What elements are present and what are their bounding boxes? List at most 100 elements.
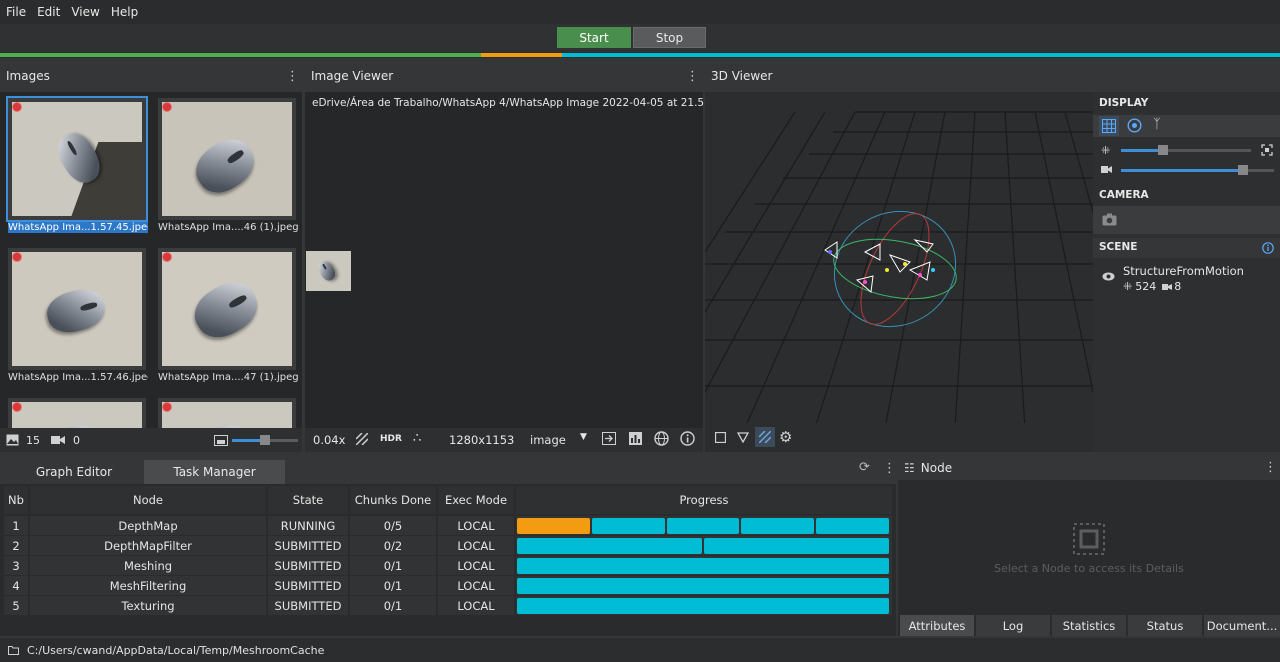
cache-path[interactable]: C:/Users/cwand/AppData/Local/Temp/Meshro…	[27, 644, 324, 657]
error-badge-icon	[162, 252, 172, 262]
info-icon[interactable]	[680, 431, 695, 449]
progress-chunk-submitted[interactable]	[517, 557, 889, 574]
cell-node: DepthMapFilter	[30, 536, 266, 555]
scene-item-name[interactable]: StructureFromMotion	[1123, 264, 1244, 278]
cell-nb: 3	[4, 556, 28, 575]
displayed-image	[306, 251, 351, 291]
thumbnail-size-slider[interactable]	[232, 435, 298, 445]
menu-file[interactable]: File	[6, 5, 26, 19]
image-caption: WhatsApp Ima...1.57.46.jpeg	[8, 372, 148, 383]
image-thumb[interactable]	[8, 398, 148, 428]
chevron-down-icon[interactable]: ▼	[580, 432, 587, 442]
progress-chunk-submitted[interactable]	[816, 517, 889, 534]
tab-task-manager[interactable]: Task Manager	[144, 460, 285, 484]
progress-chunk-submitted[interactable]	[517, 537, 702, 554]
image-thumb[interactable]: WhatsApp Ima...1.57.45.jpeg	[6, 96, 148, 238]
task-menu-icon[interactable]: ⋮	[883, 461, 896, 476]
image-thumb[interactable]: WhatsApp Ima....47 (1).jpeg	[158, 248, 298, 388]
cell-node: MeshFiltering	[30, 576, 266, 595]
node-settings-icon: ☷	[904, 461, 915, 475]
camera-heading: CAMERA	[1099, 189, 1149, 201]
hdr-toggle[interactable]: HDR	[380, 434, 402, 444]
camera-icon	[51, 436, 65, 444]
visibility-eye-icon[interactable]	[1102, 272, 1115, 281]
refresh-icon[interactable]: ⟳	[859, 460, 870, 475]
image-caption: WhatsApp Ima....46 (1).jpeg	[158, 222, 298, 233]
hatch-icon	[759, 431, 771, 443]
tab-graph-editor[interactable]: Graph Editor	[4, 460, 144, 484]
images-menu-icon[interactable]: ⋮	[286, 69, 299, 84]
metadata-dots-icon[interactable]: ∴	[413, 431, 421, 446]
stop-button[interactable]: Stop	[633, 27, 706, 48]
progress-chunk-submitted[interactable]	[517, 597, 889, 614]
scene-camera-count: 8	[1174, 280, 1182, 293]
image-caption: WhatsApp Ima...1.57.45.jpeg	[8, 222, 148, 233]
task-manager-panel: Graph Editor Task Manager ⟳ ⋮ Nb Node St…	[0, 456, 896, 636]
progress-chunk-submitted[interactable]	[591, 517, 665, 534]
image-thumb[interactable]: WhatsApp Ima....46 (1).jpeg	[158, 98, 298, 238]
histogram-icon[interactable]	[629, 432, 642, 448]
tab-statistics[interactable]: Statistics	[1052, 615, 1126, 636]
menu-help[interactable]: Help	[111, 5, 138, 19]
thumbnail-size-icon	[214, 435, 228, 446]
camera-scale-slider[interactable]	[1121, 165, 1274, 175]
point-size-slider[interactable]	[1121, 145, 1251, 155]
image-mode-select[interactable]: image	[530, 433, 566, 447]
image-thumb[interactable]	[158, 398, 298, 428]
progress-chunk-submitted[interactable]	[741, 517, 815, 534]
cell-state: SUBMITTED	[268, 536, 348, 555]
image-canvas[interactable]: eDrive/Área de Trabalho/WhatsApp 4/Whats…	[305, 92, 754, 428]
error-badge-icon	[162, 102, 172, 112]
camera-icon	[1162, 283, 1173, 290]
hatch-icon[interactable]	[355, 432, 369, 448]
tab-status[interactable]: Status	[1128, 615, 1202, 636]
wireframe-toggle[interactable]	[755, 427, 775, 447]
image-preview	[162, 402, 292, 428]
image-preview	[162, 252, 292, 366]
progress-chunk-running[interactable]	[517, 517, 590, 534]
progress-chunk-submitted[interactable]	[517, 577, 889, 594]
tab-log[interactable]: Log	[976, 615, 1050, 636]
axis-gizmo-icon[interactable]: ᛉ	[1153, 117, 1161, 132]
settings-gear-icon[interactable]: ⚙	[779, 428, 792, 446]
export-icon[interactable]	[602, 432, 616, 448]
slider-handle[interactable]	[1238, 165, 1248, 175]
3d-canvas[interactable]	[705, 92, 1093, 428]
point-size-icon: ⁜	[1101, 144, 1111, 157]
image-thumb[interactable]: WhatsApp Ima...1.57.46.jpeg	[8, 248, 148, 388]
fit-view-icon[interactable]	[1261, 144, 1273, 156]
cell-exec-mode: LOCAL	[438, 516, 514, 535]
3d-viewer-title: 3D Viewer	[705, 60, 1280, 92]
start-button[interactable]: Start	[557, 27, 631, 48]
image-icon	[6, 434, 19, 446]
viewer-menu-icon[interactable]: ⋮	[686, 69, 699, 84]
progress-chunk-submitted[interactable]	[704, 537, 889, 554]
camera-icon[interactable]	[1102, 213, 1117, 226]
tab-attributes[interactable]: Attributes	[900, 615, 974, 636]
progress-chunk-submitted[interactable]	[666, 517, 740, 534]
error-badge-icon	[12, 102, 22, 112]
cell-chunks: 0/1	[350, 576, 436, 595]
display-heading: DISPLAY	[1099, 97, 1149, 109]
error-badge-icon	[162, 402, 172, 412]
menu-view[interactable]: View	[71, 5, 99, 19]
slider-handle[interactable]	[1158, 145, 1168, 155]
info-icon[interactable]	[1262, 242, 1274, 254]
grid-toggle[interactable]	[1099, 116, 1119, 136]
cell-exec-mode: LOCAL	[438, 576, 514, 595]
cell-exec-mode: LOCAL	[438, 556, 514, 575]
viewer-footer: 0.04x HDR ∴ 1280x1153 image ▼	[305, 428, 703, 452]
cell-state: SUBMITTED	[268, 596, 348, 615]
slider-handle[interactable]	[260, 435, 270, 445]
cell-nb: 5	[4, 596, 28, 615]
tab-documentation[interactable]: Document...	[1204, 615, 1280, 636]
triangle-icon[interactable]	[737, 432, 749, 443]
error-badge-icon	[12, 402, 22, 412]
node-menu-icon[interactable]: ⋮	[1264, 460, 1277, 475]
square-icon[interactable]	[715, 432, 726, 443]
header-nb: Nb	[4, 486, 28, 514]
globe-icon[interactable]	[654, 431, 669, 449]
menu-edit[interactable]: Edit	[37, 5, 60, 19]
image-preview	[12, 402, 142, 428]
origin-target-icon[interactable]	[1127, 118, 1142, 133]
